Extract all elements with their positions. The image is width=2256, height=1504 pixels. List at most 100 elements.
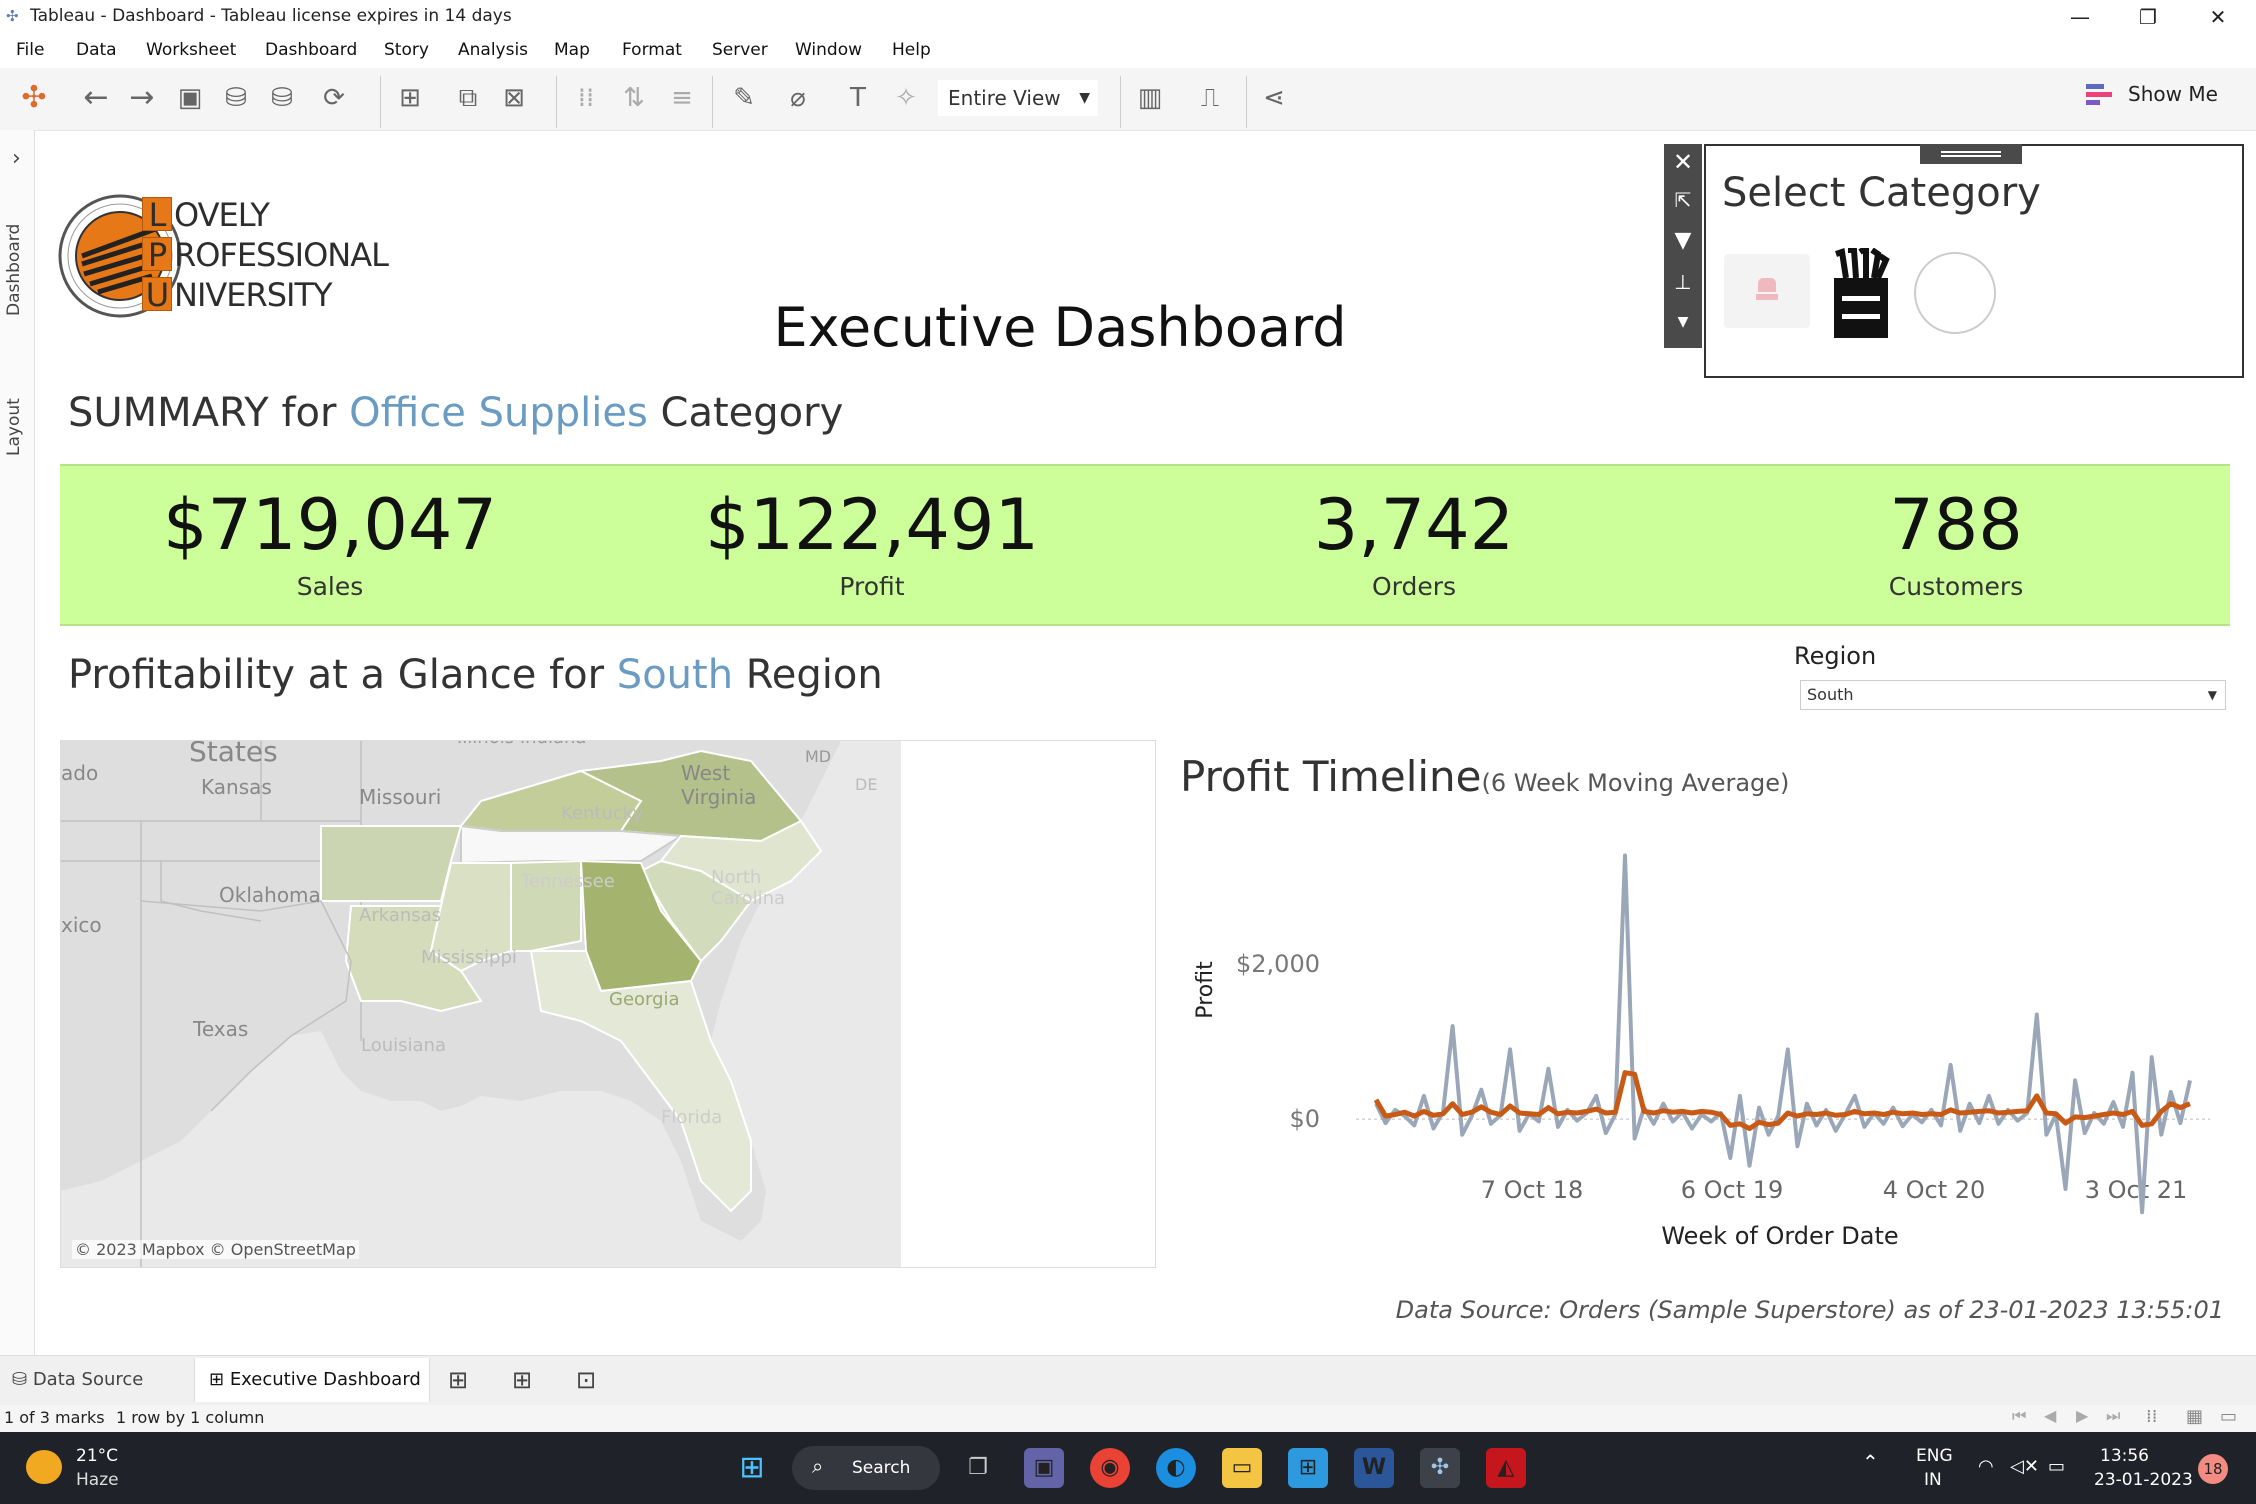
edge-icon[interactable]: ◐ <box>1156 1448 1196 1488</box>
menu-file[interactable]: File <box>16 40 44 60</box>
tray-overflow-icon[interactable]: ⌃ <box>1862 1450 1879 1474</box>
show-cards-icon[interactable]: ▥ <box>1132 80 1168 116</box>
windows-start-icon[interactable]: ⊞ <box>732 1448 772 1488</box>
menu-data[interactable]: Data <box>76 40 117 60</box>
clock-date: 23-01-2023 <box>2094 1470 2193 1490</box>
wifi-icon[interactable]: ◠ <box>1978 1456 1994 1477</box>
data-source-tab-label: Data Source <box>32 1369 144 1390</box>
menu-worksheet[interactable]: Worksheet <box>146 40 236 60</box>
show-me-icon[interactable] <box>2086 82 2118 112</box>
menu-window[interactable]: Window <box>795 40 862 60</box>
menu-format[interactable]: Format <box>622 40 682 60</box>
map-label-georgia: Georgia <box>609 989 680 1010</box>
menu-story[interactable]: Story <box>384 40 429 60</box>
tab-layout[interactable]: Layout <box>4 398 24 456</box>
category-furniture-option[interactable] <box>1724 254 1810 328</box>
fit-view-select[interactable]: Entire View ▼ <box>938 80 1098 116</box>
menu-help[interactable]: Help <box>892 40 931 60</box>
next-page-icon[interactable]: ▶ <box>2076 1406 2088 1425</box>
new-story-tab-icon[interactable]: ⊡ <box>576 1358 596 1402</box>
pause-updates-icon[interactable]: ⛁ <box>264 80 300 116</box>
expand-panel-icon[interactable]: › <box>12 146 21 171</box>
language-region: IN <box>1924 1470 1942 1490</box>
sort-asc-icon[interactable]: ⇅ <box>616 80 652 116</box>
map-label-north-carolina: North Carolina <box>711 867 786 909</box>
close-window-icon[interactable]: ✕ <box>2188 0 2248 36</box>
clear-sheet-icon[interactable]: ⊠ <box>496 80 532 116</box>
taskbar-search[interactable]: ⌕ Search <box>792 1446 940 1490</box>
kpi-profit-label: Profit <box>839 572 905 601</box>
more-options-icon[interactable]: ▼ <box>1664 314 1702 330</box>
profit-timeline-chart[interactable]: $2,000 $0 7 Oct 18 6 Oct 19 4 Oct 20 3 Oct 2… <box>1180 820 2250 1260</box>
refresh-icon[interactable]: ⟳ <box>316 80 352 116</box>
taskbar-search-label: Search <box>852 1458 911 1478</box>
filter-icon[interactable]: ▼ <box>1664 228 1702 253</box>
file-explorer-icon[interactable]: ▭ <box>1222 1448 1262 1488</box>
map-label-louisiana: Louisiana <box>361 1035 446 1056</box>
battery-icon[interactable]: ▭ <box>2048 1456 2065 1477</box>
store-icon[interactable]: ⊞ <box>1288 1448 1328 1488</box>
presentation-mode-icon[interactable]: ⎍ <box>1192 80 1228 116</box>
weather-icon[interactable] <box>26 1450 62 1484</box>
map-label-arkansas: Arkansas <box>359 905 442 926</box>
tableau-taskbar-icon[interactable]: ✣ <box>1420 1448 1460 1488</box>
category-technology-option[interactable] <box>1914 252 1996 334</box>
region-map[interactable]: States Kansas Missouri Oklahoma Texas Ar… <box>60 740 1156 1268</box>
menu-analysis[interactable]: Analysis <box>458 40 528 60</box>
prev-page-icon[interactable]: ◀ <box>2044 1406 2056 1425</box>
region-filter-select[interactable]: South ▼ <box>1800 680 2226 710</box>
language-code[interactable]: ENG <box>1916 1446 1953 1466</box>
save-icon[interactable]: ▣ <box>172 80 208 116</box>
labels-icon[interactable]: T <box>840 80 876 116</box>
restore-icon[interactable]: ❐ <box>2118 0 2178 36</box>
new-worksheet-icon[interactable]: ⊞ <box>392 80 428 116</box>
chart-x-tick-labels: 7 Oct 18 6 Oct 19 4 Oct 20 3 Oct 21 <box>1481 1176 2188 1204</box>
database-icon: ⛁ <box>12 1369 33 1390</box>
category-office-supplies-option[interactable] <box>1828 242 1894 340</box>
acrobat-icon[interactable]: ◭ <box>1486 1448 1526 1488</box>
highlight-icon[interactable]: ✎ <box>726 80 762 116</box>
close-icon[interactable]: ✕ <box>1664 148 1702 176</box>
show-me-button[interactable]: Show Me <box>2128 82 2218 106</box>
notification-badge[interactable]: 18 <box>2198 1454 2228 1484</box>
status-marks: 1 of 3 marks <box>4 1408 105 1427</box>
undo-icon[interactable]: ← <box>78 80 114 116</box>
clock-time[interactable]: 13:56 <box>2100 1446 2149 1466</box>
duplicate-sheet-icon[interactable]: ⧉ <box>450 80 486 116</box>
weekly-profit-line[interactable] <box>1374 853 2192 1215</box>
chrome-icon[interactable]: ◉ <box>1090 1448 1130 1488</box>
drag-handle[interactable] <box>1920 144 2022 164</box>
first-page-icon[interactable]: ⏮ <box>2012 1406 2026 1426</box>
sort-desc-icon[interactable]: ≡ <box>664 80 700 116</box>
redo-icon[interactable]: → <box>124 80 160 116</box>
mute-icon[interactable]: ◁✕ <box>2010 1456 2039 1477</box>
menu-dashboard[interactable]: Dashboard <box>265 40 357 60</box>
map-label-tennessee: Tennessee <box>521 871 615 892</box>
new-worksheet-tab-icon[interactable]: ⊞ <box>448 1358 468 1402</box>
tab-executive-dashboard[interactable]: ⊞ Executive Dashboard <box>194 1358 430 1402</box>
pin-icon[interactable]: ⊥ <box>1664 270 1702 294</box>
share-icon[interactable]: ⋖ <box>1256 80 1292 116</box>
last-page-icon[interactable]: ⏭ <box>2106 1406 2120 1426</box>
tabs-view-icon[interactable]: ▭ <box>2220 1406 2237 1427</box>
go-to-sheet-icon[interactable]: ⇱ <box>1664 188 1702 212</box>
teams-icon[interactable]: ▣ <box>1024 1448 1064 1488</box>
new-data-source-icon[interactable]: ⛁ <box>218 80 254 116</box>
map-label-states: States <box>189 740 278 768</box>
minimize-icon[interactable]: — <box>2050 0 2110 36</box>
word-icon[interactable]: W <box>1354 1448 1394 1488</box>
group-icon[interactable]: ⌀ <box>780 80 816 116</box>
filmstrip-icon[interactable]: ▦ <box>2186 1406 2203 1427</box>
kpi-orders-label: Orders <box>1371 572 1457 601</box>
summary-suffix: Category <box>660 390 844 436</box>
task-view-icon[interactable]: ❐ <box>958 1448 998 1488</box>
fix-axes-icon[interactable]: ✧ <box>888 80 924 116</box>
menu-server[interactable]: Server <box>712 40 768 60</box>
sheet-sorter-icon[interactable]: ⁞⁞ <box>2146 1406 2157 1427</box>
swap-icon[interactable]: ⁞⁞ <box>568 80 604 116</box>
tableau-home-icon[interactable]: ✣ <box>16 80 52 116</box>
menu-map[interactable]: Map <box>554 40 590 60</box>
status-bar <box>0 1405 2256 1435</box>
new-dashboard-tab-icon[interactable]: ⊞ <box>512 1358 532 1402</box>
data-source-tab[interactable]: ⛁ Data Source <box>12 1358 143 1402</box>
